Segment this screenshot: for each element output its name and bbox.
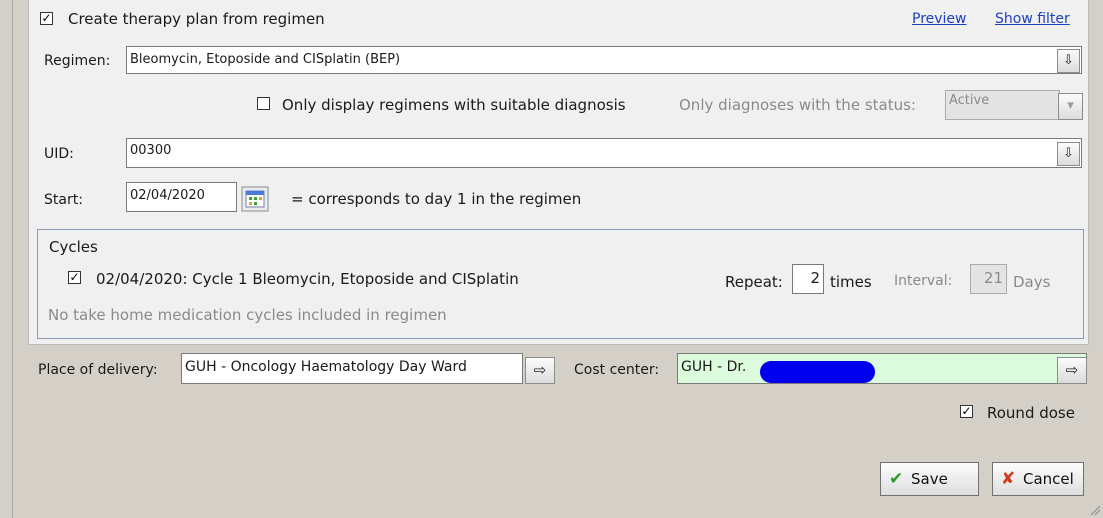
repeat-input[interactable]: 2	[792, 264, 824, 294]
show-filter-link[interactable]: Show filter	[995, 11, 1070, 27]
cost-center-label: Cost center:	[574, 362, 660, 378]
diagnosis-status-label: Only diagnoses with the status:	[679, 96, 916, 114]
repeat-label: Repeat:	[725, 273, 783, 291]
cancel-button-label: Cancel	[1023, 470, 1074, 488]
cancel-button[interactable]: ✘ Cancel	[992, 462, 1084, 496]
cost-center-field[interactable]: GUH - Dr.	[677, 353, 1087, 384]
uid-select-icon[interactable]: ⇩	[1057, 142, 1080, 166]
resize-grip-icon[interactable]	[1089, 504, 1101, 516]
cost-center-arrow-icon[interactable]: ⇨	[1057, 357, 1087, 384]
cycles-title: Cycles	[49, 238, 98, 256]
place-of-delivery-field[interactable]: GUH - Oncology Haematology Day Ward	[181, 353, 523, 384]
regimen-field[interactable]: Bleomycin, Etoposide and CISplatin (BEP)	[126, 46, 1082, 74]
create-plan-label: Create therapy plan from regimen	[68, 10, 325, 28]
uid-label: UID:	[44, 146, 74, 162]
cycle-checkbox[interactable]: ✓	[68, 271, 81, 284]
start-date-field[interactable]: 02/04/2020	[126, 182, 237, 212]
start-note: = corresponds to day 1 in the regimen	[291, 190, 582, 208]
times-label: times	[830, 273, 872, 291]
interval-label: Interval:	[894, 273, 953, 289]
suitable-diagnosis-checkbox[interactable]	[257, 97, 270, 110]
place-of-delivery-label: Place of delivery:	[38, 362, 158, 378]
redacted-name	[760, 361, 875, 383]
no-home-med-text: No take home medication cycles included …	[48, 306, 447, 324]
calendar-icon[interactable]	[241, 186, 269, 212]
save-button-label: Save	[911, 470, 948, 488]
regimen-select-icon[interactable]: ⇩	[1057, 49, 1080, 73]
start-label: Start:	[44, 192, 83, 208]
window-left-border	[12, 0, 13, 518]
round-dose-checkbox[interactable]: ✓	[960, 405, 973, 418]
days-label: Days	[1013, 273, 1051, 291]
cancel-x-icon: ✘	[1001, 469, 1016, 489]
chevron-down-icon[interactable]: ▾	[1058, 93, 1083, 120]
uid-field[interactable]: 00300	[126, 138, 1082, 168]
regimen-label: Regimen:	[44, 53, 111, 69]
round-dose-label: Round dose	[987, 404, 1075, 422]
cycle-label: 02/04/2020: Cycle 1 Bleomycin, Etoposide…	[96, 270, 519, 288]
preview-link[interactable]: Preview	[912, 11, 967, 27]
create-plan-checkbox[interactable]: ✓	[40, 12, 53, 25]
place-of-delivery-arrow-icon[interactable]: ⇨	[525, 357, 555, 384]
checkmark-icon: ✔	[889, 469, 904, 489]
suitable-diagnosis-label: Only display regimens with suitable diag…	[282, 96, 626, 114]
interval-input[interactable]: 21	[970, 264, 1007, 294]
diagnosis-status-select[interactable]: Active	[945, 90, 1060, 120]
cost-center-value: GUH - Dr.	[681, 359, 747, 375]
save-button[interactable]: ✔ Save	[880, 462, 979, 496]
